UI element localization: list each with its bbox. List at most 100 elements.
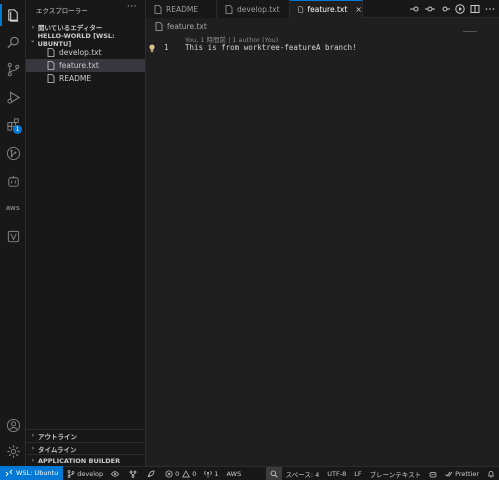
editor-tab-bar: README develop.txt feature.txt × — [146, 0, 499, 18]
git-graph-status[interactable] — [125, 467, 143, 480]
zoom-status[interactable] — [265, 466, 282, 480]
run-debug-icon[interactable] — [0, 86, 26, 108]
indentation-status[interactable]: スペース: 4 — [282, 467, 324, 480]
code-text[interactable]: This is from worktree-featureA branch! — [185, 43, 357, 52]
file-item-readme[interactable]: README — [26, 72, 145, 85]
search-icon[interactable] — [0, 31, 26, 53]
more-actions-icon[interactable] — [485, 4, 495, 14]
file-item-feature[interactable]: feature.txt — [26, 59, 145, 72]
deploy-status[interactable] — [143, 467, 161, 480]
extensions-badge: 1 — [13, 125, 22, 134]
chevron-right-icon: › — [31, 457, 35, 464]
activity-bar: 1 aws — [0, 0, 26, 466]
file-name: feature.txt — [59, 61, 99, 70]
file-icon — [155, 22, 163, 31]
aws-icon[interactable]: aws — [0, 197, 26, 219]
live-share-status[interactable] — [107, 467, 125, 480]
branch-icon — [67, 469, 75, 478]
explorer-sidebar: エクスプローラー ··· › 開いているエディター ⌄ HELLO-WORLD … — [26, 0, 146, 466]
git-graph-small-icon — [129, 470, 137, 478]
timeline-label: タイムライン — [38, 445, 77, 454]
code-line[interactable]: 1 This is from worktree-featureA branch! — [146, 43, 499, 54]
open-editors-label: 開いているエディター — [38, 24, 103, 32]
error-count: 0 — [175, 469, 180, 478]
line-number: 1 — [164, 43, 169, 52]
warning-icon — [182, 469, 191, 477]
ports-status[interactable]: 1 — [200, 467, 222, 480]
copilot-icon — [429, 471, 437, 477]
file-icon — [225, 4, 233, 14]
git-graph-icon[interactable] — [0, 142, 26, 164]
close-icon[interactable]: × — [355, 5, 362, 14]
explorer-title: エクスプローラー — [36, 7, 88, 15]
application-builder-label: APPLICATION BUILDER — [38, 456, 121, 465]
source-control-icon[interactable] — [0, 58, 26, 80]
lightbulb-icon[interactable] — [148, 43, 156, 54]
remote-indicator[interactable]: WSL: Ubuntu — [0, 466, 64, 480]
cloud-tool-icon[interactable] — [0, 225, 26, 247]
copilot-status[interactable] — [425, 467, 441, 480]
outline-label: アウトライン — [38, 432, 77, 441]
remote-icon — [5, 469, 13, 477]
tab-label: develop.txt — [237, 4, 280, 14]
explorer-icon[interactable] — [0, 4, 26, 26]
file-icon — [154, 4, 162, 14]
eye-icon — [111, 470, 120, 477]
timeline-section[interactable]: › タイムライン — [26, 442, 146, 454]
status-bar: WSL: Ubuntu develop 0 0 1 AWS スペース: 4 UT… — [0, 466, 499, 480]
extensions-icon[interactable]: 1 — [0, 113, 26, 135]
file-item-develop[interactable]: develop.txt — [26, 46, 145, 59]
breadcrumb[interactable]: feature.txt — [155, 22, 207, 31]
chevron-right-icon: › — [31, 445, 35, 452]
chevron-right-icon: › — [31, 432, 35, 439]
tab-feature[interactable]: feature.txt × — [290, 0, 363, 18]
notifications-status[interactable] — [483, 467, 499, 480]
prettier-status[interactable]: Prettier — [441, 467, 483, 480]
remote-label: WSL: Ubuntu — [16, 469, 59, 477]
minimap[interactable] — [463, 31, 477, 32]
file-name: README — [59, 74, 92, 83]
file-icon — [47, 61, 55, 70]
warning-count: 0 — [192, 469, 197, 478]
aws-status-label: AWS — [226, 469, 242, 478]
problems-status[interactable]: 0 0 — [161, 467, 200, 480]
split-editor-icon[interactable] — [470, 4, 480, 14]
editor-actions — [410, 0, 495, 18]
prettier-label: Prettier — [455, 469, 479, 478]
git-compare-icon[interactable] — [425, 4, 435, 14]
tab-readme[interactable]: README — [146, 0, 217, 18]
zoom-icon — [270, 470, 278, 478]
file-icon — [47, 48, 55, 57]
remote-explorer-icon[interactable] — [0, 170, 26, 192]
breadcrumb-file: feature.txt — [167, 22, 207, 31]
double-check-icon — [445, 471, 453, 477]
chevron-down-icon: ⌄ — [30, 36, 36, 44]
file-icon — [298, 6, 304, 13]
branch-status[interactable]: develop — [63, 467, 107, 480]
more-actions-button[interactable]: ··· — [127, 2, 137, 12]
account-icon[interactable] — [0, 414, 26, 436]
branch-label: develop — [77, 469, 104, 478]
chevron-right-icon: › — [31, 23, 35, 31]
file-name: develop.txt — [59, 48, 102, 57]
tab-label: README — [166, 4, 199, 14]
workspace-section[interactable]: ⌄ HELLO-WORLD [WSL: UBUNTU] — [26, 32, 146, 48]
application-builder-section[interactable]: › APPLICATION BUILDER — [26, 454, 146, 466]
ports-count: 1 — [214, 469, 219, 478]
editor-pane[interactable]: feature.txt You, 1 時間前 | 1 author (You) … — [146, 18, 499, 466]
eol-status[interactable]: LF — [350, 467, 365, 480]
bell-icon — [488, 470, 494, 477]
git-commit-icon[interactable] — [410, 4, 420, 14]
file-icon — [47, 74, 55, 83]
outline-section[interactable]: › アウトライン — [26, 429, 146, 441]
encoding-status[interactable]: UTF-8 — [323, 467, 350, 480]
aws-status[interactable]: AWS — [223, 467, 246, 480]
open-changes-icon[interactable] — [440, 4, 450, 14]
tab-develop[interactable]: develop.txt — [217, 0, 290, 18]
language-status[interactable]: プレーンテキスト — [366, 467, 425, 480]
error-icon — [165, 469, 173, 478]
tab-label: feature.txt — [307, 5, 348, 14]
preview-icon[interactable] — [455, 4, 465, 14]
settings-gear-icon[interactable] — [0, 440, 26, 462]
antenna-icon — [204, 470, 213, 477]
